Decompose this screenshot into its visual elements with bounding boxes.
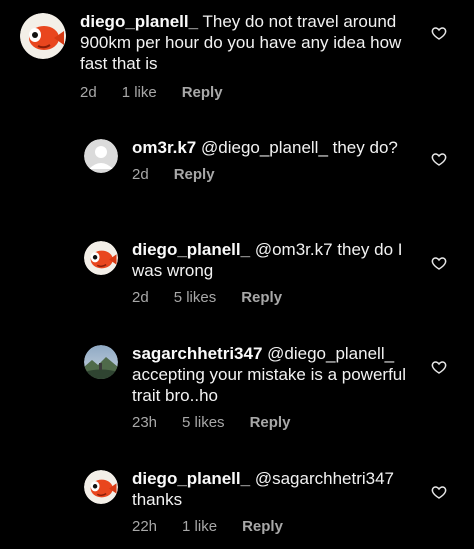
comment-meta: 2d Reply [132, 166, 424, 183]
timestamp: 22h [132, 518, 158, 535]
avatar[interactable] [84, 345, 118, 379]
comment: sagarchhetri347 @diego_planell_ acceptin… [84, 343, 424, 431]
username[interactable]: sagarchhetri347 [132, 344, 262, 363]
timestamp: 2d [80, 84, 97, 101]
username[interactable]: om3r.k7 [132, 138, 196, 157]
heart-icon[interactable] [431, 359, 447, 375]
comment-body: diego_planell_ @sagarchhetri347 thanks 2… [132, 468, 424, 535]
reply-button[interactable]: Reply [241, 289, 282, 306]
comment-body: diego_planell_ They do not travel around… [80, 11, 430, 101]
comment: diego_planell_ @sagarchhetri347 thanks 2… [84, 468, 424, 535]
heart-icon[interactable] [431, 484, 447, 500]
comment: diego_planell_ @om3r.k7 they do I was wr… [84, 239, 424, 306]
comment: diego_planell_ They do not travel around… [20, 11, 430, 101]
comment-meta: 23h 5 likes Reply [132, 414, 424, 431]
landscape-avatar-icon [84, 345, 118, 379]
reply-button[interactable]: Reply [250, 414, 291, 431]
comment-text: diego_planell_ They do not travel around… [80, 11, 430, 74]
heart-icon[interactable] [431, 151, 447, 167]
avatar[interactable] [84, 470, 118, 504]
default-avatar-icon [84, 139, 118, 173]
like-count[interactable]: 1 like [182, 518, 217, 535]
reply-button[interactable]: Reply [242, 518, 283, 535]
like-count[interactable]: 5 likes [182, 414, 225, 431]
comment-meta: 2d 5 likes Reply [132, 289, 424, 306]
comment: om3r.k7 @diego_planell_ they do? 2d Repl… [84, 137, 424, 183]
avatar[interactable] [84, 139, 118, 173]
avatar[interactable] [84, 241, 118, 275]
timestamp: 2d [132, 289, 149, 306]
timestamp: 2d [132, 166, 149, 183]
like-count[interactable]: 5 likes [174, 289, 217, 306]
avatar[interactable] [20, 13, 66, 59]
comment-body: diego_planell_ @om3r.k7 they do I was wr… [132, 239, 424, 306]
like-count[interactable]: 1 like [122, 84, 157, 101]
username[interactable]: diego_planell_ [132, 469, 250, 488]
username[interactable]: diego_planell_ [132, 240, 250, 259]
fish-avatar-icon [20, 13, 66, 59]
timestamp: 23h [132, 414, 158, 431]
fish-avatar-icon [84, 470, 118, 504]
message: @diego_planell_ they do? [201, 138, 398, 157]
reply-button[interactable]: Reply [174, 166, 215, 183]
username[interactable]: diego_planell_ [80, 12, 198, 31]
heart-icon[interactable] [431, 255, 447, 271]
reply-button[interactable]: Reply [182, 84, 223, 101]
comment-body: om3r.k7 @diego_planell_ they do? 2d Repl… [132, 137, 424, 183]
comment-text: diego_planell_ @om3r.k7 they do I was wr… [132, 239, 424, 281]
comment-body: sagarchhetri347 @diego_planell_ acceptin… [132, 343, 424, 431]
comment-text: diego_planell_ @sagarchhetri347 thanks [132, 468, 424, 510]
fish-avatar-icon [84, 241, 118, 275]
comment-meta: 2d 1 like Reply [80, 84, 430, 101]
comment-text: sagarchhetri347 @diego_planell_ acceptin… [132, 343, 424, 406]
comment-meta: 22h 1 like Reply [132, 518, 424, 535]
comment-text: om3r.k7 @diego_planell_ they do? [132, 137, 424, 158]
heart-icon[interactable] [431, 25, 447, 41]
